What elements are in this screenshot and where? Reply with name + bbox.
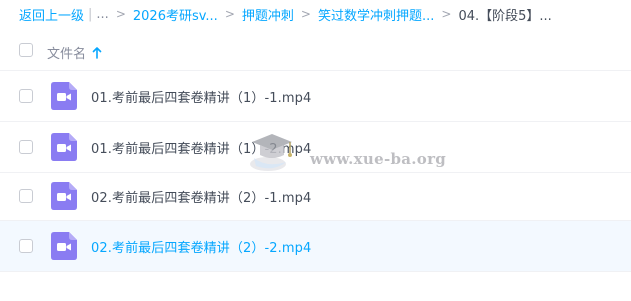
chevron-right-icon: > (441, 7, 452, 21)
video-file-icon (51, 82, 77, 110)
breadcrumb-current: 04.【阶段5】... (458, 8, 552, 24)
row-checkbox[interactable] (19, 189, 33, 203)
row-checkbox[interactable] (19, 89, 33, 103)
breadcrumb-divider: | (88, 6, 93, 22)
video-file-icon (51, 232, 77, 260)
file-name[interactable]: 01.考前最后四套卷精讲（1）-1.mp4 (91, 87, 311, 106)
file-row[interactable]: 02.考前最后四套卷精讲（2）-1.mp4 (0, 171, 631, 221)
breadcrumb-item[interactable]: 押题冲刺 (242, 5, 294, 24)
divider (0, 271, 631, 272)
breadcrumb: 返回上一级 | ... > 2026考研sv... > 押题冲刺 > 笑过数学冲… (19, 4, 552, 24)
file-name[interactable]: 01.考前最后四套卷精讲（1）-2.mp4 (91, 138, 311, 157)
column-header-label: 文件名 (47, 47, 87, 62)
breadcrumb-ellipsis[interactable]: ... (96, 7, 108, 22)
file-row[interactable]: 02.考前最后四套卷精讲（2）-2.mp4 (0, 221, 631, 271)
file-name[interactable]: 02.考前最后四套卷精讲（2）-1.mp4 (91, 187, 311, 206)
video-file-icon (51, 182, 77, 210)
file-name[interactable]: 02.考前最后四套卷精讲（2）-2.mp4 (91, 237, 311, 256)
file-browser: 返回上一级 | ... > 2026考研sv... > 押题冲刺 > 笑过数学冲… (0, 0, 631, 301)
column-header-filename[interactable]: 文件名 (47, 43, 102, 62)
back-link[interactable]: 返回上一级 (19, 5, 84, 24)
chevron-right-icon: > (115, 7, 126, 21)
list-header: 文件名 (0, 34, 631, 68)
arrow-up-icon[interactable] (92, 46, 102, 59)
video-file-icon (51, 133, 77, 161)
select-all-checkbox[interactable] (19, 43, 33, 57)
chevron-right-icon: > (300, 7, 311, 21)
chevron-right-icon: > (224, 7, 235, 21)
file-row[interactable]: 01.考前最后四套卷精讲（1）-1.mp4 (0, 71, 631, 121)
breadcrumb-item[interactable]: 笑过数学冲刺押题... (318, 5, 434, 24)
row-checkbox[interactable] (19, 140, 33, 154)
breadcrumb-item[interactable]: 2026考研sv... (133, 5, 218, 24)
file-row[interactable]: 01.考前最后四套卷精讲（1）-2.mp4 (0, 122, 631, 172)
row-checkbox[interactable] (19, 239, 33, 253)
